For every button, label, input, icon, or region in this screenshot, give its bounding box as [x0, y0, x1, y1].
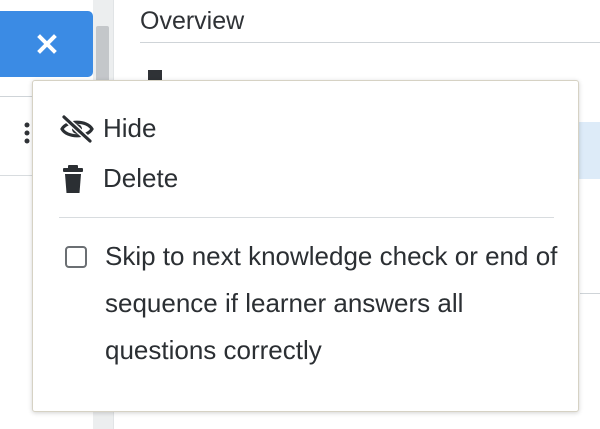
title-divider — [140, 42, 600, 43]
close-button[interactable] — [0, 11, 93, 77]
trash-icon — [59, 164, 95, 194]
menu-item-delete[interactable]: Delete — [59, 163, 178, 194]
menu-item-label: Delete — [103, 163, 179, 193]
skip-checkbox[interactable] — [65, 246, 87, 268]
eye-slash-icon — [59, 113, 95, 144]
skip-option-label: Skip to next knowledge check or end of s… — [105, 241, 558, 365]
list-divider — [580, 293, 600, 294]
menu-item-label: Hide — [103, 113, 157, 143]
menu-item-hide[interactable]: Hide — [59, 113, 156, 144]
menu-divider — [59, 217, 554, 218]
kebab-icon[interactable] — [24, 121, 30, 145]
context-menu: Hide Delete Skip to next knowledge check… — [32, 80, 579, 412]
close-icon — [36, 34, 57, 54]
page-title: Overview — [140, 7, 245, 35]
